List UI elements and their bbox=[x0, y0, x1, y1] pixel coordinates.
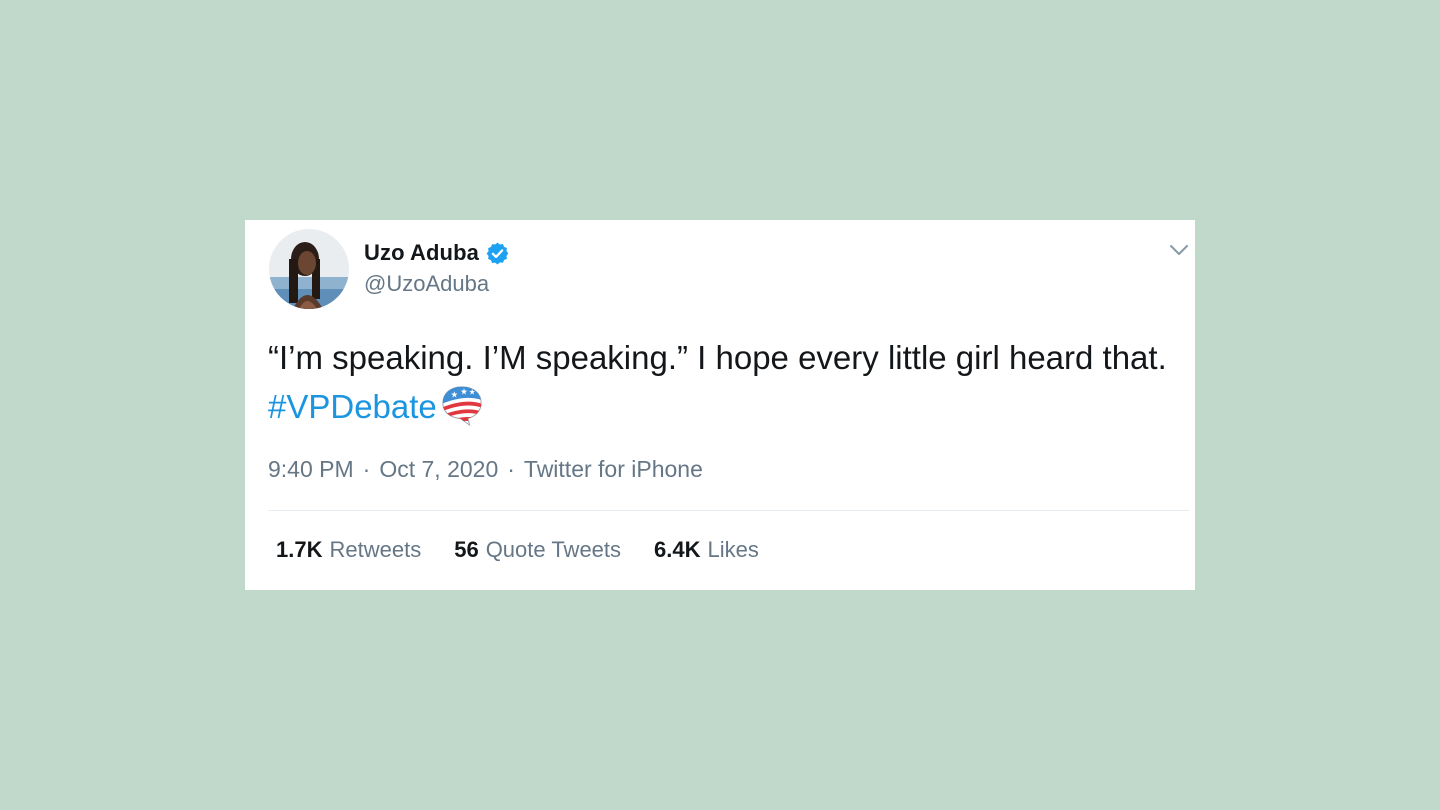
vpdebate-flag-speech-bubble-icon: ★ ★ ★ bbox=[442, 386, 482, 427]
user-handle[interactable]: @UzoAduba bbox=[364, 271, 489, 297]
verified-badge-icon bbox=[486, 242, 509, 264]
tweet-body: “I’m speaking. I’M speaking.” I hope eve… bbox=[268, 339, 1167, 376]
meta-separator: · bbox=[507, 456, 515, 482]
retweets-count: 1.7K bbox=[276, 537, 323, 562]
meta-separator: · bbox=[362, 456, 371, 482]
tweet-time[interactable]: 9:40 PM bbox=[268, 456, 354, 483]
engagement-stats: 1.7K Retweets 56 Quote Tweets 6.4K Likes bbox=[276, 537, 759, 563]
tweet-date[interactable]: Oct 7, 2020 bbox=[379, 456, 498, 483]
display-name[interactable]: Uzo Aduba bbox=[364, 240, 479, 266]
tweet-text: “I’m speaking. I’M speaking.” I hope eve… bbox=[268, 333, 1188, 431]
svg-text:★: ★ bbox=[460, 387, 468, 397]
tweet-metadata: 9:40 PM · Oct 7, 2020 · Twitter for iPho… bbox=[268, 456, 703, 483]
retweets-stat[interactable]: 1.7K Retweets bbox=[276, 537, 421, 563]
likes-count: 6.4K bbox=[654, 537, 701, 562]
quote-tweets-count: 56 bbox=[454, 537, 479, 562]
retweets-label: Retweets bbox=[329, 537, 422, 562]
hashtag-link[interactable]: #VPDebate bbox=[268, 388, 437, 425]
tweet-card: Uzo Aduba @UzoAduba “I’m speaking. I’M s… bbox=[245, 220, 1195, 590]
quote-tweets-label: Quote Tweets bbox=[485, 537, 622, 562]
svg-text:★: ★ bbox=[450, 390, 458, 400]
chevron-down-icon[interactable] bbox=[1167, 238, 1191, 262]
quote-tweets-stat[interactable]: 56 Quote Tweets bbox=[454, 537, 621, 563]
profile-photo bbox=[269, 229, 349, 309]
avatar[interactable] bbox=[269, 229, 349, 309]
likes-stat[interactable]: 6.4K Likes bbox=[654, 537, 759, 563]
tweet-source[interactable]: Twitter for iPhone bbox=[524, 456, 703, 483]
divider bbox=[268, 510, 1189, 511]
likes-label: Likes bbox=[707, 537, 759, 562]
user-name-row: Uzo Aduba bbox=[364, 238, 510, 268]
